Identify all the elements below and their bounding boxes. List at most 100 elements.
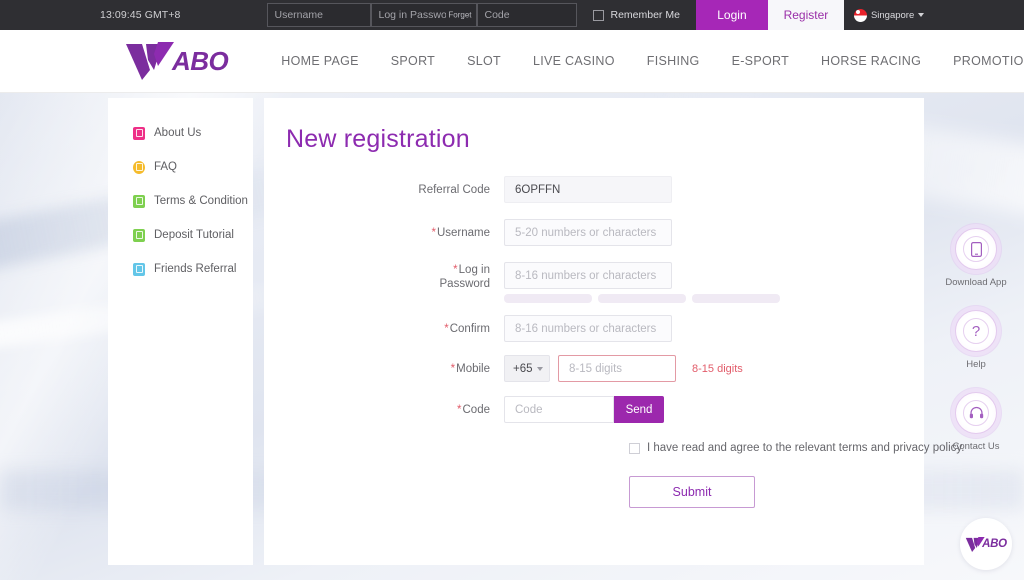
site-header: ABO HOME PAGE SPORT SLOT LIVE CASINO FIS… bbox=[0, 30, 1024, 93]
singapore-flag-icon bbox=[853, 8, 867, 22]
logo-text: ABO bbox=[172, 45, 229, 76]
sidebar-item-faq[interactable]: FAQ bbox=[108, 150, 253, 184]
terms-checkbox[interactable] bbox=[629, 442, 640, 454]
username-label: ** UsernameUsername bbox=[431, 227, 490, 239]
page-title: New registration bbox=[286, 125, 470, 153]
country-code-value: +65 bbox=[513, 362, 533, 375]
nav-item-home-page[interactable]: HOME PAGE bbox=[281, 54, 358, 68]
code-field-group: Send bbox=[504, 396, 924, 423]
brand-badge-text: ABO bbox=[982, 538, 1007, 550]
left-sidebar: About Us FAQ Terms & Condition Deposit T… bbox=[108, 98, 253, 565]
confirm-password-input[interactable] bbox=[504, 315, 672, 342]
widget-label: Help bbox=[966, 359, 986, 370]
sidebar-item-friends-referral[interactable]: Friends Referral bbox=[108, 252, 253, 286]
deposit-icon bbox=[133, 228, 145, 242]
widget-help[interactable]: ? Help bbox=[955, 310, 997, 370]
remember-me-option[interactable]: Remember Me bbox=[592, 9, 680, 21]
login-form: Forget bbox=[266, 3, 577, 27]
register-button[interactable]: Register bbox=[767, 0, 844, 30]
terms-agreement-row[interactable]: I have read and agree to the relevant te… bbox=[629, 442, 965, 454]
password-strength-bar bbox=[692, 294, 780, 303]
widget-label: Contact Us bbox=[952, 441, 1000, 452]
captcha-code-input[interactable] bbox=[476, 3, 577, 27]
username-label-text: Username bbox=[436, 227, 490, 239]
widget-label: Download App bbox=[945, 277, 1007, 288]
terms-agreement-label: I have read and agree to the relevant te… bbox=[647, 442, 965, 454]
chevron-down-icon bbox=[537, 366, 543, 371]
password-label-text: Log in Password bbox=[439, 264, 491, 290]
mobile-label-text: Mobile bbox=[456, 363, 490, 375]
remember-me-label: Remember Me bbox=[610, 9, 680, 21]
form-row-username: ** UsernameUsername bbox=[264, 219, 924, 246]
headset-icon bbox=[963, 400, 989, 426]
sidebar-item-label: About Us bbox=[154, 127, 202, 139]
widget-ring bbox=[955, 392, 997, 434]
form-row-mobile: *Mobile +65 8-15 digits bbox=[264, 355, 924, 382]
password-strength-meter bbox=[504, 294, 780, 303]
book-icon bbox=[133, 126, 145, 140]
sidebar-item-deposit-tutorial[interactable]: Deposit Tutorial bbox=[108, 218, 253, 252]
mobile-field-group: +65 8-15 digits bbox=[504, 355, 924, 382]
reg-password-input[interactable] bbox=[504, 262, 672, 289]
mobile-error-message: 8-15 digits bbox=[692, 362, 743, 375]
remember-me-checkbox[interactable] bbox=[592, 9, 604, 21]
locale-label: Singapore bbox=[870, 9, 915, 21]
nav-item-sport[interactable]: SPORT bbox=[391, 54, 435, 68]
widget-ring bbox=[955, 228, 997, 270]
sidebar-item-label: Deposit Tutorial bbox=[154, 229, 234, 241]
mobile-label: *Mobile bbox=[450, 363, 490, 375]
confirm-label-text: Confirm bbox=[449, 323, 490, 335]
country-code-select[interactable]: +65 bbox=[504, 355, 550, 382]
submit-button[interactable]: Submit bbox=[629, 476, 755, 508]
server-clock: 13:09:45 GMT+8 bbox=[100, 9, 181, 21]
form-row-code: *Code Send bbox=[264, 396, 924, 423]
question-icon bbox=[133, 160, 145, 174]
mobile-number-input[interactable] bbox=[558, 355, 676, 382]
friends-icon bbox=[133, 262, 145, 276]
widget-contact-us[interactable]: Contact Us bbox=[953, 392, 1000, 452]
login-button[interactable]: Login bbox=[695, 0, 768, 30]
question-mark-icon: ? bbox=[963, 318, 989, 344]
top-utility-bar: 13:09:45 GMT+8 Forget Remember Me Login … bbox=[0, 0, 1024, 30]
mobile-phone-icon bbox=[963, 236, 989, 262]
widget-download-app[interactable]: Download App bbox=[945, 228, 1007, 288]
password-field-wrapper: Forget bbox=[370, 3, 477, 27]
document-icon bbox=[133, 194, 145, 208]
nav-item-promotion[interactable]: PROMOTION bbox=[953, 54, 1024, 68]
code-label: *Code bbox=[457, 404, 491, 416]
sidebar-item-label: Friends Referral bbox=[154, 263, 237, 275]
page-body: About Us FAQ Terms & Condition Deposit T… bbox=[0, 93, 1024, 580]
sidebar-item-terms-condition[interactable]: Terms & Condition bbox=[108, 184, 253, 218]
form-row-confirm: *Confirm bbox=[264, 315, 924, 342]
confirm-label: *Confirm bbox=[444, 323, 490, 335]
floating-brand-badge[interactable]: ABO bbox=[960, 518, 1012, 570]
headset-glyph bbox=[969, 406, 983, 419]
sidebar-item-label: Terms & Condition bbox=[154, 195, 248, 207]
main-navigation: HOME PAGE SPORT SLOT LIVE CASINO FISHING… bbox=[281, 54, 1024, 68]
nav-item-slot[interactable]: SLOT bbox=[467, 54, 501, 68]
send-code-button[interactable]: Send bbox=[614, 396, 664, 423]
forget-password-link[interactable]: Forget bbox=[448, 11, 471, 20]
mobile-phone-glyph bbox=[970, 241, 982, 257]
verification-code-input[interactable] bbox=[504, 396, 614, 423]
nav-item-horse-racing[interactable]: HORSE RACING bbox=[821, 54, 921, 68]
nav-item-live-casino[interactable]: LIVE CASINO bbox=[533, 54, 615, 68]
sidebar-item-about-us[interactable]: About Us bbox=[108, 116, 253, 150]
form-row-password: *Log in Password bbox=[264, 262, 924, 303]
code-label-text: Code bbox=[462, 404, 491, 416]
reg-username-input[interactable] bbox=[504, 219, 672, 246]
nav-item-fishing[interactable]: FISHING bbox=[647, 54, 700, 68]
nav-item-e-sport[interactable]: E-SPORT bbox=[732, 54, 789, 68]
chevron-down-icon bbox=[918, 13, 925, 17]
password-strength-bar bbox=[598, 294, 686, 303]
widget-ring: ? bbox=[955, 310, 997, 352]
referral-code-label: Referral Code bbox=[418, 184, 490, 196]
floating-widget-rail: Download App ? Help Contact Us bbox=[936, 228, 1016, 452]
sidebar-item-label: FAQ bbox=[154, 161, 178, 173]
registration-card: New registration Referral Code ** Userna… bbox=[264, 98, 965, 565]
referral-code-input[interactable] bbox=[504, 176, 672, 203]
locale-selector[interactable]: Singapore bbox=[853, 8, 925, 22]
site-logo[interactable]: ABO bbox=[124, 40, 229, 82]
form-row-referral: Referral Code bbox=[264, 176, 924, 203]
username-input[interactable] bbox=[266, 3, 371, 27]
